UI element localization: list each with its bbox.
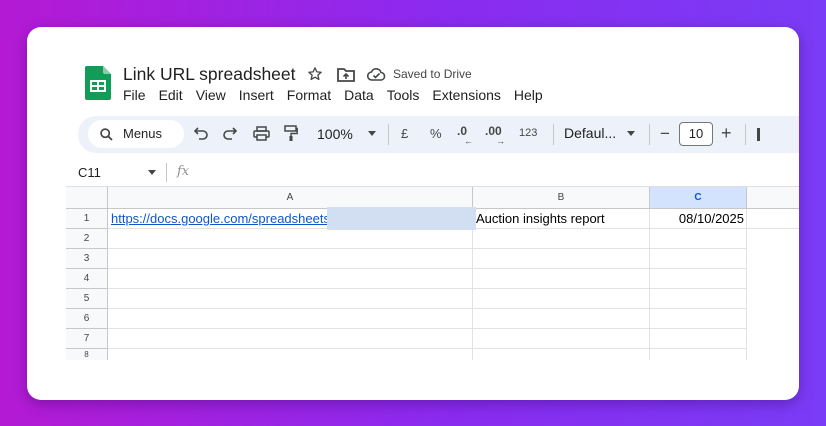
zoom-dropdown-icon[interactable] [368,131,376,136]
arrow-left-icon: ← [464,136,473,146]
cell[interactable] [108,349,473,360]
cell[interactable] [473,329,650,349]
row-header[interactable]: 2 [66,229,108,249]
menu-bar: File Edit View Insert Format Data Tools … [123,87,556,103]
number-format-button[interactable]: 123 [519,127,537,139]
redo-icon[interactable] [223,127,237,140]
row-header[interactable]: 6 [66,309,108,329]
document-title[interactable]: Link URL spreadsheet [123,64,296,85]
column-header-b[interactable]: B [473,187,650,209]
font-dropdown-icon[interactable] [627,131,635,136]
cell[interactable] [650,349,747,360]
cell[interactable] [650,269,747,289]
row-header[interactable]: 1 [66,209,108,229]
google-sheets-logo-icon[interactable] [85,66,111,100]
row-header[interactable]: 8 [66,349,108,360]
cell[interactable] [650,329,747,349]
fx-icon: fx [177,164,190,179]
cell[interactable] [108,289,473,309]
cell[interactable] [108,309,473,329]
cell-d1[interactable] [747,209,799,229]
cell[interactable] [473,269,650,289]
increase-font-size-button[interactable]: + [721,123,732,144]
cell-c1[interactable]: 08/10/2025 [650,209,747,229]
cell[interactable] [473,289,650,309]
name-box-dropdown-icon[interactable] [148,170,156,175]
save-status: Saved to Drive [393,67,472,81]
search-menus-label: Menus [123,126,163,141]
search-menus-button[interactable]: Menus [88,120,184,148]
search-icon [100,128,113,141]
toolbar-divider [553,124,554,145]
cell[interactable] [650,289,747,309]
toolbar-divider [649,124,650,145]
menu-file[interactable]: File [123,87,146,103]
toolbar-divider [745,124,746,145]
percent-format-button[interactable]: % [430,126,442,141]
cell[interactable] [650,229,747,249]
bold-icon[interactable] [757,128,760,141]
move-folder-icon[interactable] [337,67,355,82]
menu-edit[interactable]: Edit [159,87,183,103]
menu-view[interactable]: View [196,87,226,103]
column-header-d[interactable] [747,187,799,209]
font-select[interactable]: Defaul... [564,125,616,141]
cell[interactable] [650,309,747,329]
toolbar-divider [388,124,389,145]
toolbar: Menus 100% £ % .0 ← .00 → 123 Defaul... [78,116,799,153]
formula-bar-divider [166,163,167,182]
window-card: Link URL spreadsheet Saved to Drive File… [27,27,799,400]
cell[interactable] [473,229,650,249]
menu-extensions[interactable]: Extensions [432,87,500,103]
currency-format-button[interactable]: £ [401,126,408,141]
menu-format[interactable]: Format [287,87,331,103]
menu-tools[interactable]: Tools [387,87,420,103]
undo-icon[interactable] [194,127,208,140]
cloud-saved-icon[interactable] [366,67,386,82]
row-header[interactable]: 5 [66,289,108,309]
row-header[interactable]: 7 [66,329,108,349]
menu-data[interactable]: Data [344,87,374,103]
cell[interactable] [108,229,473,249]
selection-highlight [327,207,476,230]
arrow-right-icon: → [496,136,505,146]
paint-format-icon[interactable] [284,125,298,142]
row-header[interactable]: 3 [66,249,108,269]
decrease-decimals-button[interactable]: .0 ← [457,124,473,146]
increase-decimals-button[interactable]: .00 → [485,124,505,146]
cell[interactable] [108,329,473,349]
zoom-select[interactable]: 100% [317,126,353,142]
row-header[interactable]: 4 [66,269,108,289]
name-box[interactable]: C11 [78,165,101,180]
menu-help[interactable]: Help [514,87,543,103]
cell[interactable] [473,249,650,269]
column-header-a[interactable]: A [108,187,473,209]
star-icon[interactable] [307,66,323,82]
cell[interactable] [650,249,747,269]
decrease-font-size-button[interactable]: − [660,124,670,144]
cell[interactable] [108,249,473,269]
formula-bar: C11 fx [66,158,799,187]
select-all-corner[interactable] [66,187,108,209]
cell[interactable] [473,309,650,329]
font-size-input[interactable]: 10 [679,122,713,146]
column-header-c[interactable]: C [650,187,747,209]
print-icon[interactable] [253,126,270,141]
menu-insert[interactable]: Insert [239,87,274,103]
cell[interactable] [473,349,650,360]
cell[interactable] [108,269,473,289]
cell-b1[interactable]: Auction insights report [473,209,650,229]
